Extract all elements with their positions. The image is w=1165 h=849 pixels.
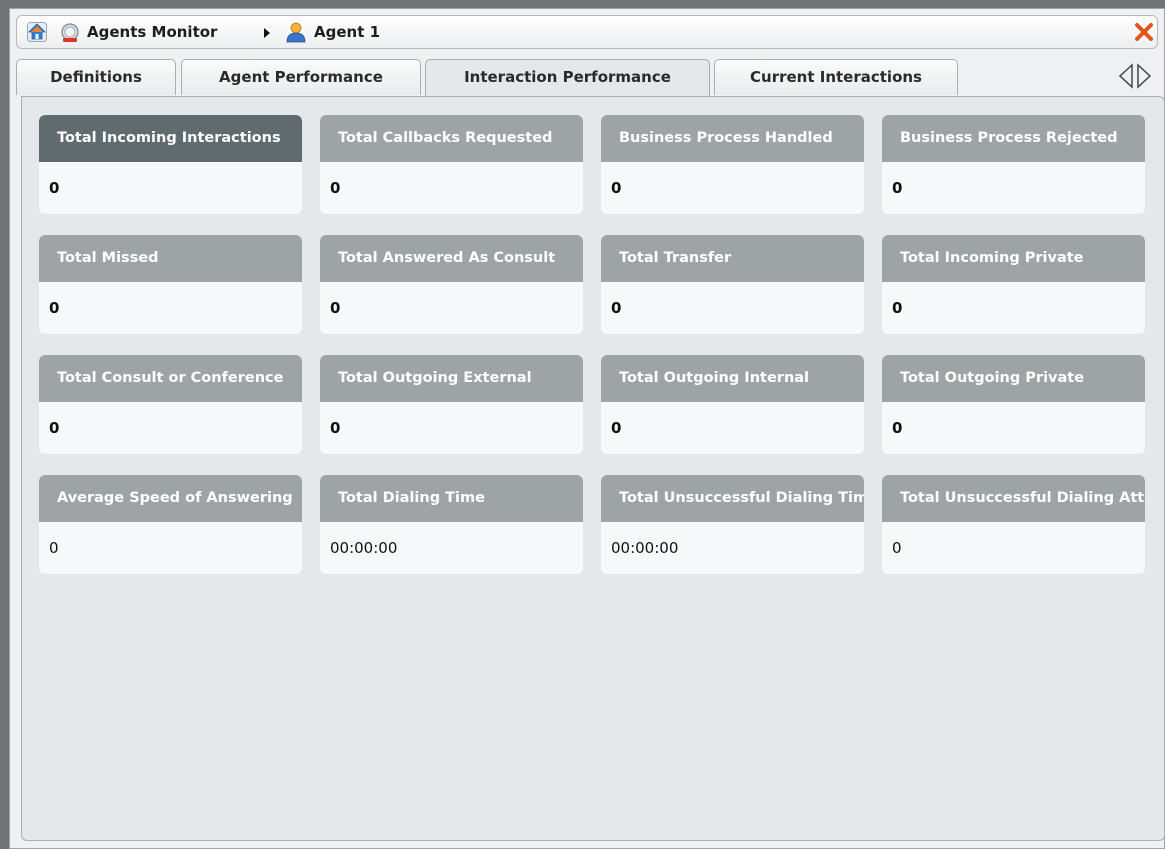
metric-value: 0 <box>49 299 60 317</box>
agent-icon <box>286 22 306 43</box>
metric-card[interactable]: Business Process Handled 0 <box>601 115 864 214</box>
metric-label: Total Incoming Private <box>882 235 1145 282</box>
interaction-performance-panel: Total Incoming Interactions 0 Total Call… <box>21 96 1165 841</box>
metric-value: 0 <box>611 179 622 197</box>
metric-value: 00:00:00 <box>611 539 679 557</box>
home-icon[interactable] <box>27 22 47 42</box>
metric-card[interactable]: Total Incoming Interactions 0 <box>39 115 302 214</box>
metric-value: 0 <box>49 539 59 557</box>
metric-card[interactable]: Total Consult or Conference 0 <box>39 355 302 454</box>
tab-agent-performance[interactable]: Agent Performance <box>181 59 421 95</box>
metric-label: Total Incoming Interactions <box>39 115 302 162</box>
metric-label: Total Outgoing Private <box>882 355 1145 402</box>
metric-value: 0 <box>892 179 903 197</box>
metric-value: 0 <box>330 299 341 317</box>
metric-card[interactable]: Total Unsuccessful Dialing Attempts 0 <box>882 475 1145 574</box>
tab-scroll-arrows <box>1118 63 1152 89</box>
metric-card[interactable]: Total Outgoing Internal 0 <box>601 355 864 454</box>
metric-value: 0 <box>892 419 903 437</box>
metric-label: Total Consult or Conference <box>39 355 302 402</box>
metric-card[interactable]: Total Outgoing Private 0 <box>882 355 1145 454</box>
metric-card[interactable]: Total Unsuccessful Dialing Time 00:00:00 <box>601 475 864 574</box>
metric-value: 00:00:00 <box>330 539 398 557</box>
metric-value: 0 <box>49 419 60 437</box>
metric-label: Total Outgoing External <box>320 355 583 402</box>
metric-label: Average Speed of Answering <box>39 475 302 522</box>
metric-value: 0 <box>611 299 622 317</box>
metric-card[interactable]: Average Speed of Answering 0 <box>39 475 302 574</box>
breadcrumb-agents-monitor[interactable]: Agents Monitor <box>87 23 217 41</box>
metric-label: Business Process Handled <box>601 115 864 162</box>
metric-card[interactable]: Total Answered As Consult 0 <box>320 235 583 334</box>
metric-card[interactable]: Total Outgoing External 0 <box>320 355 583 454</box>
metric-label: Total Unsuccessful Dialing Attempts <box>882 475 1145 522</box>
metric-card[interactable]: Total Dialing Time 00:00:00 <box>320 475 583 574</box>
metric-value: 0 <box>49 179 60 197</box>
metric-label: Total Outgoing Internal <box>601 355 864 402</box>
metric-label: Total Callbacks Requested <box>320 115 583 162</box>
metric-card[interactable]: Total Callbacks Requested 0 <box>320 115 583 214</box>
metric-label: Total Dialing Time <box>320 475 583 522</box>
metric-label: Total Transfer <box>601 235 864 282</box>
metric-value: 0 <box>330 179 341 197</box>
metric-label: Total Answered As Consult <box>320 235 583 282</box>
breadcrumb-separator-icon <box>264 28 270 38</box>
breadcrumb-bar: Agents Monitor Agent 1 <box>16 15 1158 49</box>
close-icon[interactable] <box>1133 21 1155 43</box>
metric-value: 0 <box>892 539 902 557</box>
agent-monitor-window: Agents Monitor Agent 1 Definitions Agent… <box>9 8 1165 849</box>
tab-scroll-left-icon[interactable] <box>1118 63 1133 89</box>
metric-card[interactable]: Business Process Rejected 0 <box>882 115 1145 214</box>
tab-scroll-right-icon[interactable] <box>1137 63 1152 89</box>
metric-value: 0 <box>611 419 622 437</box>
breadcrumb-agent-1: Agent 1 <box>314 23 381 41</box>
metric-value: 0 <box>892 299 903 317</box>
tab-current-interactions[interactable]: Current Interactions <box>714 59 958 95</box>
tab-definitions[interactable]: Definitions <box>16 59 176 95</box>
tab-strip: Definitions Agent Performance Interactio… <box>16 59 1136 99</box>
tab-interaction-performance[interactable]: Interaction Performance <box>425 59 710 99</box>
metric-label: Total Missed <box>39 235 302 282</box>
agents-monitor-icon <box>61 23 79 42</box>
metric-value: 0 <box>330 419 341 437</box>
metric-card[interactable]: Total Missed 0 <box>39 235 302 334</box>
metric-card[interactable]: Total Incoming Private 0 <box>882 235 1145 334</box>
metric-label: Business Process Rejected <box>882 115 1145 162</box>
metric-label: Total Unsuccessful Dialing Time <box>601 475 864 522</box>
metric-card[interactable]: Total Transfer 0 <box>601 235 864 334</box>
